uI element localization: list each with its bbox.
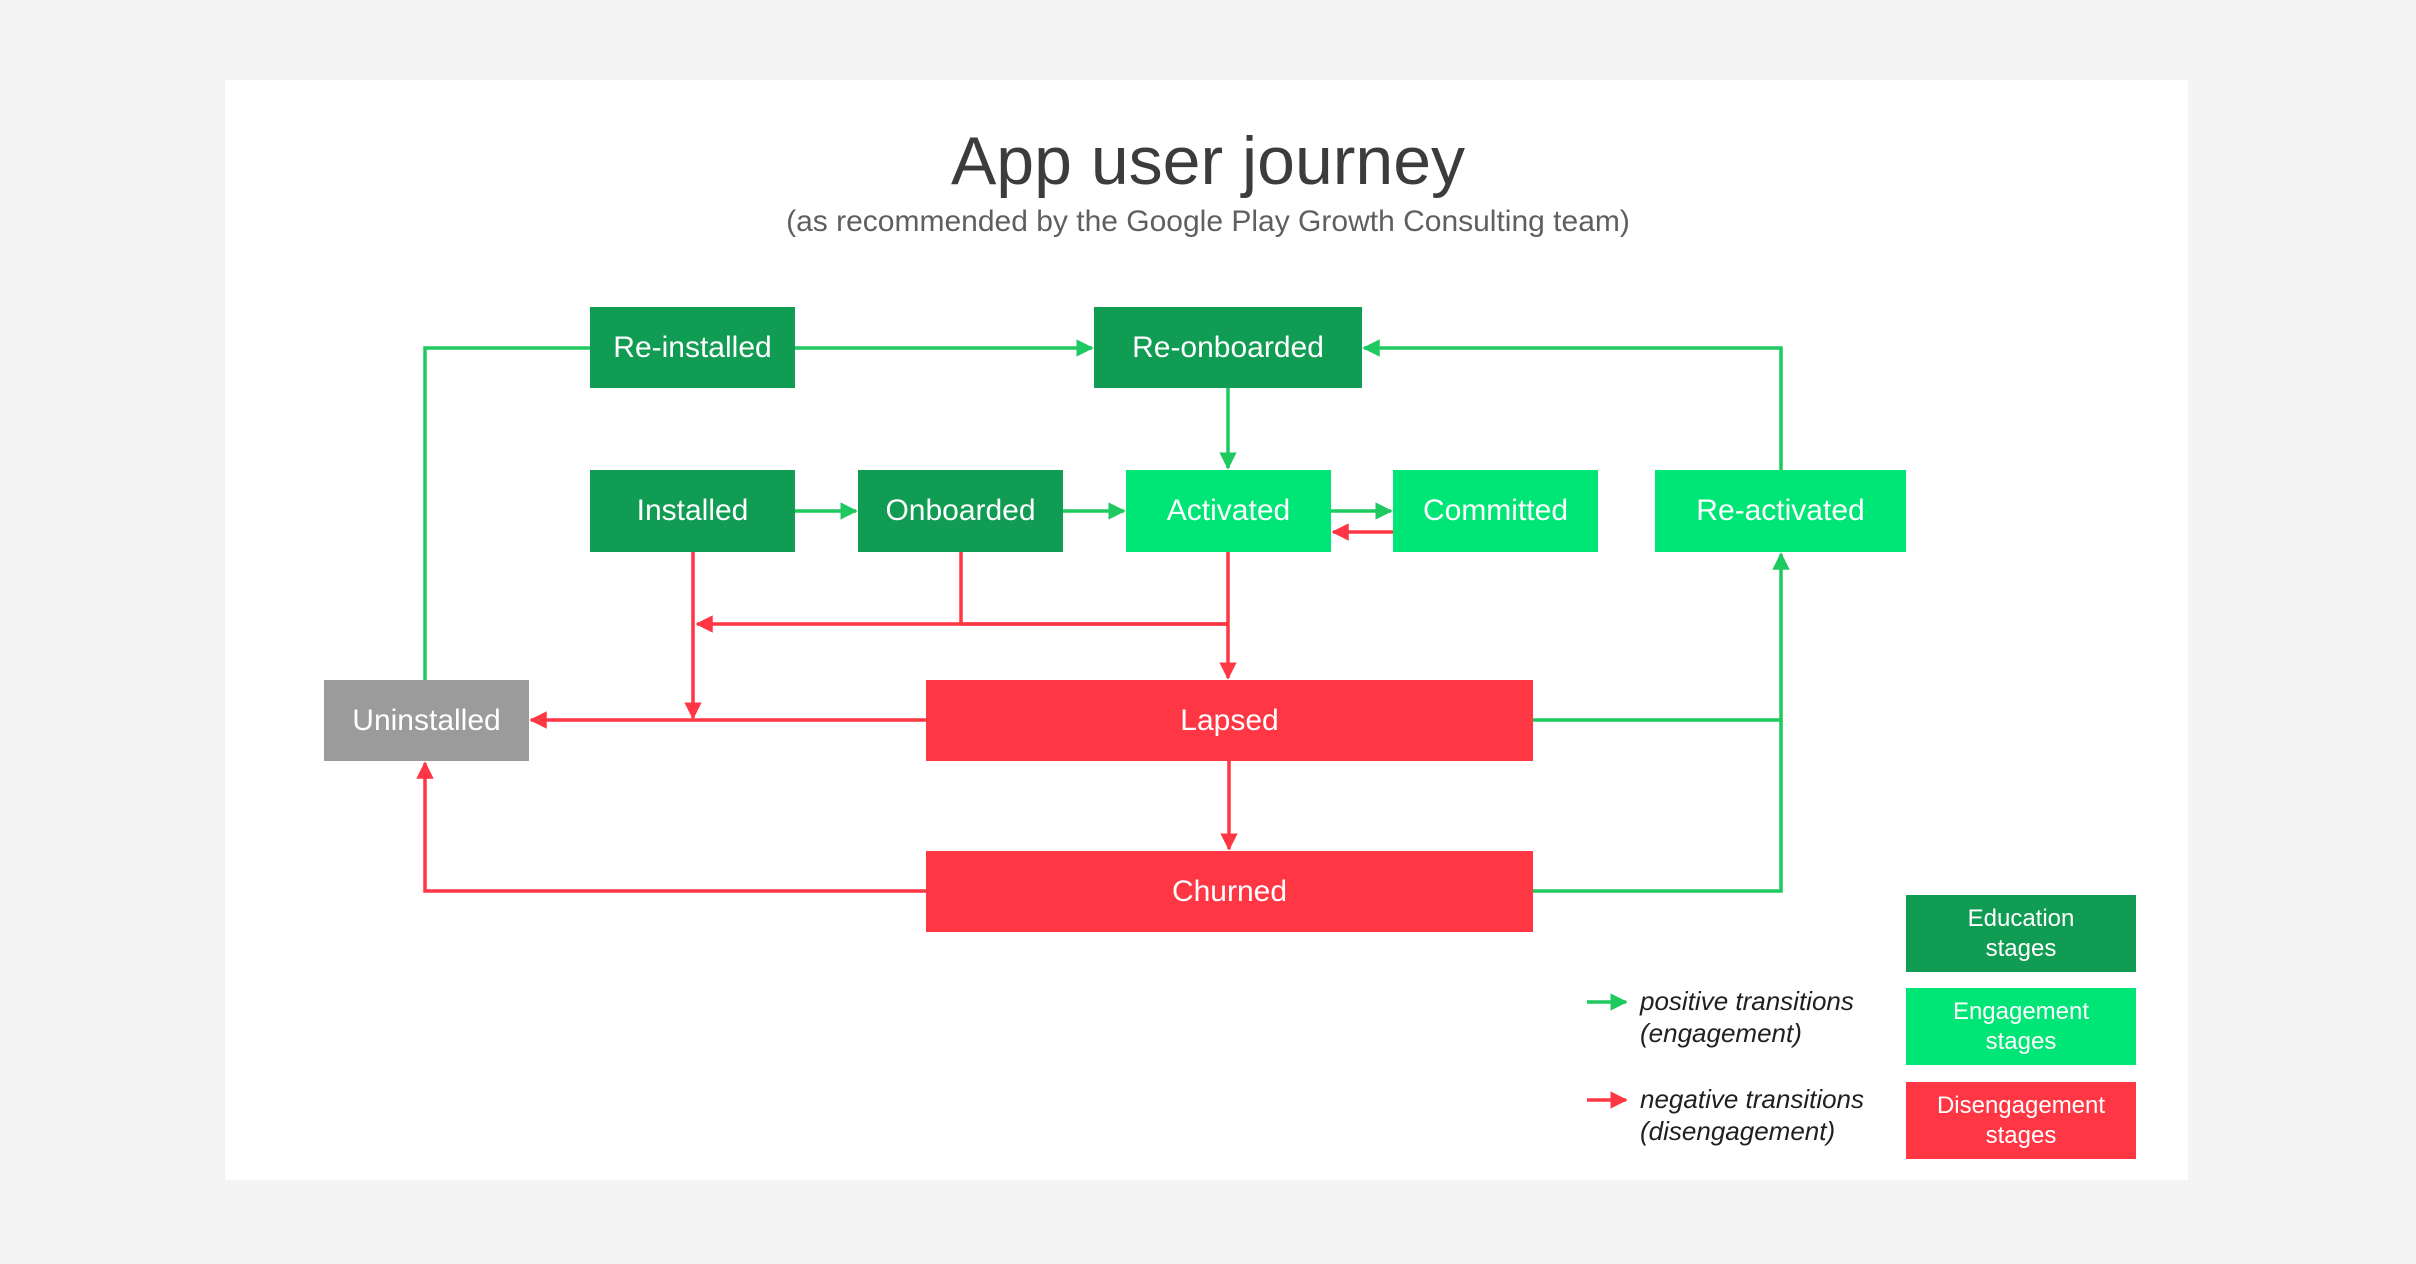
node-onboarded: Onboarded (858, 470, 1063, 552)
transition-arrows (416, 339, 1790, 1109)
legend-positive-label: positive transitions (engagement) (1640, 986, 1854, 1048)
node-installed: Installed (590, 470, 795, 552)
legend-disengagement-stages: Disengagement stages (1906, 1082, 2136, 1159)
node-committed: Committed (1393, 470, 1598, 552)
edge-churned-to-reactivated (1533, 720, 1783, 893)
node-lapsed: Lapsed (926, 680, 1533, 761)
node-uninstalled: Uninstalled (324, 680, 529, 761)
node-activated: Activated (1126, 470, 1331, 552)
legend-negative-label: negative transitions (disengagement) (1640, 1084, 1865, 1146)
node-reinstalled: Re-installed (590, 307, 795, 388)
edge-uninstalled-to-reinstalled (423, 346, 590, 680)
edge-churned-to-uninstalled (416, 761, 926, 893)
node-reactivated: Re-activated (1655, 470, 1906, 552)
legend-education-stages: Education stages (1906, 895, 2136, 972)
edge-reactivated-to-reonboarded (1362, 339, 1783, 470)
edge-onboarded-activated-branch (959, 552, 1228, 626)
node-churned: Churned (926, 851, 1533, 932)
edge-lapsed-to-reactivated (1533, 552, 1790, 722)
legend-engagement-stages: Engagement stages (1906, 988, 2136, 1065)
node-reonboarded: Re-onboarded (1094, 307, 1362, 388)
